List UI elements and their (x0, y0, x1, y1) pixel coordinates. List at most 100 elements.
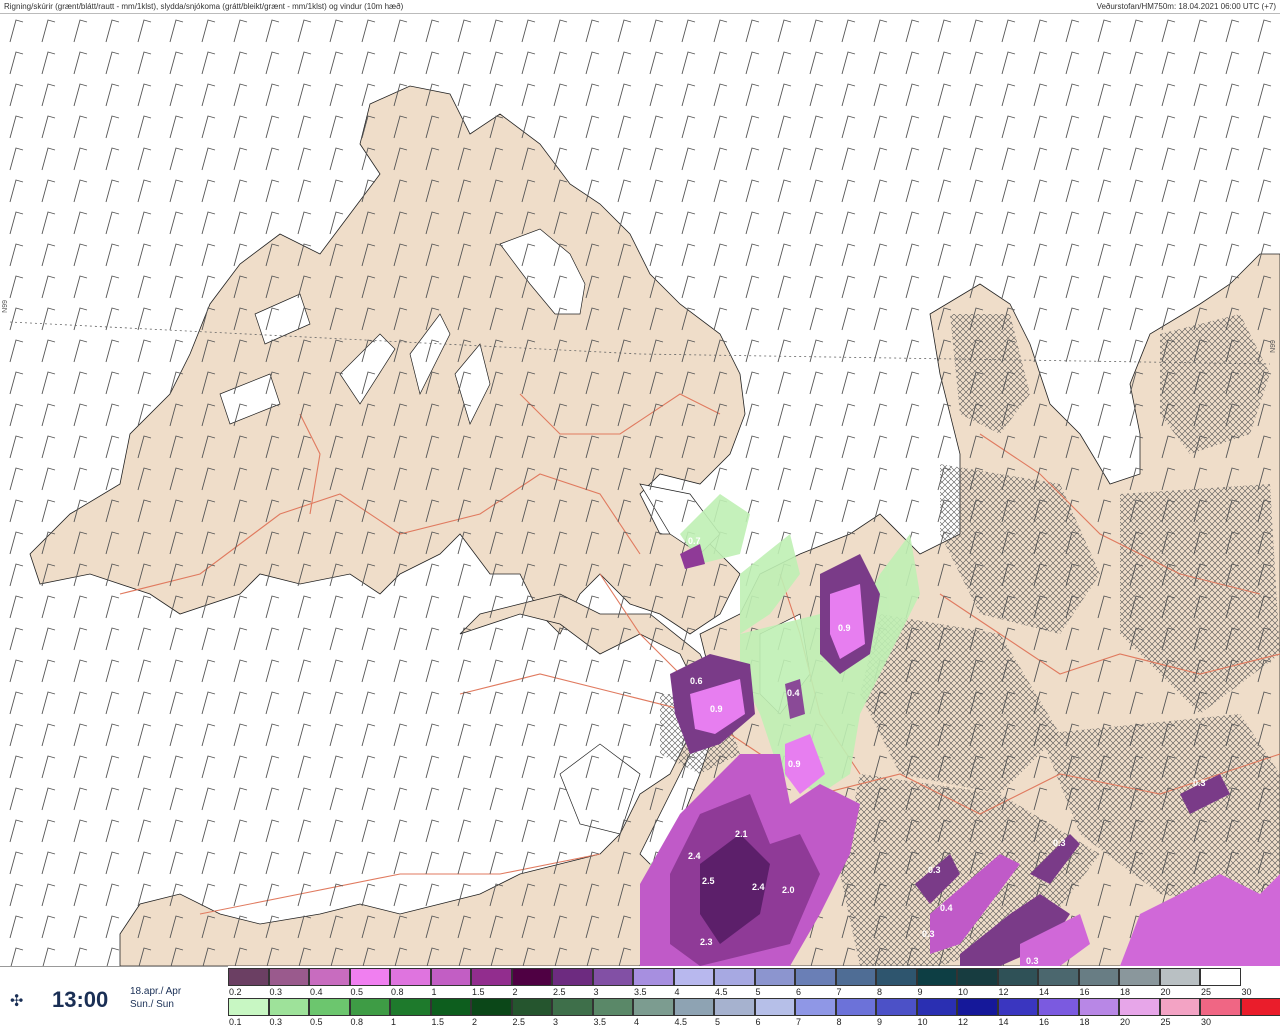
legend-swatch (917, 998, 958, 1016)
legend-label: 1 (391, 1017, 396, 1027)
legend-swatch (269, 968, 310, 986)
legend-swatch (795, 998, 836, 1016)
legend-swatch (431, 998, 472, 1016)
value-label: 0.9 (838, 623, 851, 633)
value-label: 2.5 (702, 876, 715, 886)
legend-swatch (998, 968, 1039, 986)
legend-label: 18 (1080, 1017, 1090, 1027)
legend-swatch (1119, 968, 1160, 986)
value-label: 0.3 (922, 929, 935, 939)
legend-swatch (917, 968, 958, 986)
value-label: 0.3 (1026, 956, 1039, 966)
legend-label: 3.5 (594, 1017, 607, 1027)
legend-label: 25 (1201, 987, 1211, 997)
legend-swatch (714, 998, 755, 1016)
legend-label: 8 (837, 1017, 842, 1027)
legend-swatch (512, 998, 553, 1016)
legend-swatch (1241, 998, 1280, 1016)
legend-label: 4 (634, 1017, 639, 1027)
legend-swatch (228, 968, 269, 986)
legend-swatch (633, 968, 674, 986)
legend-label: 30 (1242, 987, 1252, 997)
legend-swatch (755, 968, 796, 986)
legend-label: 2.5 (553, 987, 566, 997)
snow-legend-row (228, 968, 1241, 986)
legend-label: 20 (1161, 987, 1171, 997)
legend-swatch (471, 968, 512, 986)
value-label: 2.4 (688, 851, 701, 861)
legend-label: 2.5 (513, 1017, 526, 1027)
legend-label: 14 (1039, 987, 1049, 997)
forecast-date: 18.apr./ Apr Sun./ Sun (130, 985, 181, 1011)
legend-label: 10 (958, 987, 968, 997)
legend-label: 6 (756, 1017, 761, 1027)
legend-swatch (876, 998, 917, 1016)
legend-label: 4.5 (675, 1017, 688, 1027)
legend-label: 0.3 (270, 1017, 283, 1027)
animation-icon[interactable]: ✣ (10, 991, 23, 1011)
legend-label: 0.4 (310, 987, 323, 997)
legend-swatch (309, 998, 350, 1016)
value-label: 0.4 (940, 903, 953, 913)
legend-swatch (390, 998, 431, 1016)
legend-label: 2 (513, 987, 518, 997)
map-title: Rigning/skúrir (grænt/blátt/rautt - mm/1… (4, 2, 403, 11)
legend-label: 0.2 (229, 987, 242, 997)
value-label: 0.3 (928, 865, 941, 875)
legend-label: 0.8 (351, 1017, 364, 1027)
date-line-1: 18.apr./ Apr (130, 985, 181, 998)
legend-swatch (593, 968, 634, 986)
legend-swatch (1160, 968, 1201, 986)
legend-swatch (1079, 998, 1120, 1016)
legend-label: 5 (715, 1017, 720, 1027)
legend-swatch (795, 968, 836, 986)
legend-label: 8 (877, 987, 882, 997)
legend-label: 2 (472, 1017, 477, 1027)
rain-legend-row (228, 998, 1280, 1016)
weather-map[interactable]: 0.7 0.6 0.9 0.4 0.9 0.9 0.3 2.1 2.4 2.5 … (0, 14, 1280, 966)
legend-swatch (674, 968, 715, 986)
legend-swatch (1200, 968, 1241, 986)
legend-swatch (1038, 968, 1079, 986)
legend-swatch (714, 968, 755, 986)
legend-swatch (390, 968, 431, 986)
value-label: 0.3 (1053, 838, 1066, 848)
legend-label: 7 (837, 987, 842, 997)
legend-label: 30 (1201, 1017, 1211, 1027)
legend-swatch (836, 998, 877, 1016)
legend-swatch (552, 998, 593, 1016)
legend-swatch (269, 998, 310, 1016)
legend-swatch (512, 968, 553, 986)
date-line-2: Sun./ Sun (130, 998, 181, 1011)
legend-label: 20 (1120, 1017, 1130, 1027)
legend-swatch (350, 998, 391, 1016)
precip-legend: 0.20.30.40.50.811.522.533.544.5567891012… (228, 966, 1280, 1030)
legend-label: 14 (999, 1017, 1009, 1027)
legend-label: 0.8 (391, 987, 404, 997)
value-label: 0.9 (710, 704, 723, 714)
legend-swatch (309, 968, 350, 986)
lat-label-left: N99 (2, 300, 9, 313)
legend-label: 4 (675, 987, 680, 997)
forecast-time: 13:00 (52, 987, 108, 1013)
legend-label: 3 (594, 987, 599, 997)
legend-swatch (1200, 998, 1241, 1016)
legend-label: 9 (877, 1017, 882, 1027)
lat-label-right: N99 (1270, 340, 1277, 353)
legend-swatch (755, 998, 796, 1016)
value-label: 2.4 (752, 882, 765, 892)
legend-label: 18 (1120, 987, 1130, 997)
legend-label: 12 (958, 1017, 968, 1027)
time-panel: ✣ 13:00 18.apr./ Apr Sun./ Sun (0, 966, 228, 1031)
legend-label: 4.5 (715, 987, 728, 997)
model-run-info: Veðurstofan/HM750m: 18.04.2021 06:00 UTC… (1097, 2, 1276, 11)
legend-swatch (1160, 998, 1201, 1016)
legend-swatch (674, 998, 715, 1016)
wind-barbs (0, 14, 1280, 966)
legend-label: 5 (756, 987, 761, 997)
legend-swatch (957, 998, 998, 1016)
legend-label: 16 (1080, 987, 1090, 997)
legend-label: 1.5 (472, 987, 485, 997)
value-label: 2.1 (735, 829, 748, 839)
legend-swatch (998, 998, 1039, 1016)
